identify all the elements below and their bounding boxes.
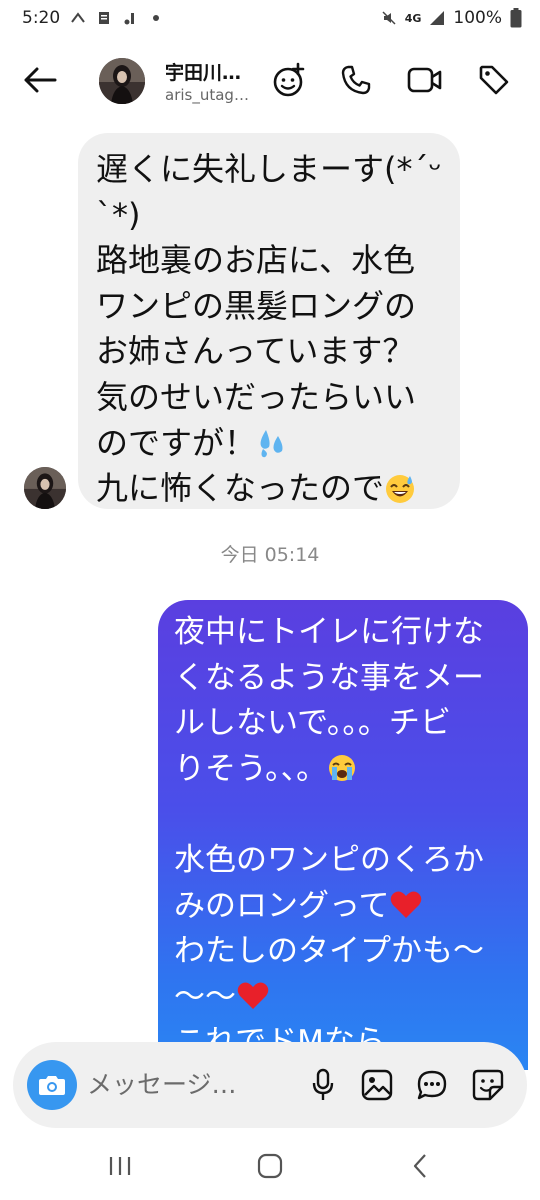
dot-icon xyxy=(153,15,160,21)
message-line: 遅くに失礼しまーす(*´ᵕ xyxy=(96,150,442,188)
gallery-button[interactable] xyxy=(357,1065,397,1105)
red-heart-emoji xyxy=(391,891,422,918)
outgoing-message[interactable]: 夜中にトイレに行けな くなるような事をメー ルしないで。。。チビ りそう。、。 … xyxy=(158,600,528,1070)
home-button[interactable] xyxy=(245,1144,295,1188)
notification-icon xyxy=(71,12,85,23)
document-icon xyxy=(99,12,110,24)
message-line: ルしないで。。。チビ xyxy=(174,705,451,742)
message-text: 〜〜 xyxy=(174,978,236,1015)
camera-icon xyxy=(39,1076,65,1095)
status-right: 4G 100% xyxy=(381,8,522,28)
avatar-image xyxy=(99,58,145,104)
message-text: のですが！ xyxy=(96,423,257,462)
message-line-with-emoji: 九に怖くなったので xyxy=(96,466,444,512)
quick-replies-button[interactable] xyxy=(412,1065,452,1105)
crying-face-emoji xyxy=(329,754,356,781)
signal-icon xyxy=(430,11,445,25)
contact-name[interactable]: 宇田川… xyxy=(165,58,241,85)
mute-icon xyxy=(382,11,396,25)
message-text: りそう。、。 xyxy=(174,750,328,787)
video-call-button[interactable] xyxy=(405,60,445,100)
message-timestamp: 今日 05:14 xyxy=(220,544,320,566)
status-time: 5:20 xyxy=(22,8,61,28)
voice-message-button[interactable] xyxy=(303,1065,343,1105)
message-line: 気のせいだったらいい xyxy=(96,377,417,416)
back-nav-button[interactable] xyxy=(395,1144,445,1188)
status-bar: 5:20 4G 100% xyxy=(0,0,540,38)
message-line: 水色のワンピのくろか xyxy=(174,841,484,878)
message-line: くなるような事をメー xyxy=(174,659,484,696)
contact-avatar[interactable] xyxy=(99,58,145,104)
camera-button[interactable] xyxy=(27,1060,77,1110)
message-line: わたしのタイプかも〜 xyxy=(174,933,484,970)
message-line: ワンピの黒髪ロングの xyxy=(96,286,417,325)
video-camera-icon xyxy=(407,67,442,93)
back-arrow-icon xyxy=(24,67,57,93)
chat-bubble-icon xyxy=(417,1070,447,1100)
recent-apps-button[interactable] xyxy=(95,1144,145,1188)
app-notification-icon xyxy=(124,13,135,25)
microphone-icon xyxy=(312,1068,334,1100)
home-icon xyxy=(257,1153,283,1179)
message-line: お姉さんっています？ xyxy=(96,332,415,371)
message-line-with-emoji: 〜〜 xyxy=(174,975,516,1021)
system-navigation-bar xyxy=(0,1130,540,1200)
effects-icon xyxy=(273,62,305,97)
recent-apps-icon xyxy=(109,1157,131,1175)
chevron-left-icon xyxy=(413,1154,426,1178)
message-line: 夜中にトイレに行けな xyxy=(174,614,484,650)
network-type: 4G xyxy=(404,11,422,25)
back-button[interactable] xyxy=(20,60,60,100)
message-line: `*) xyxy=(96,195,141,234)
incoming-message[interactable]: 遅くに失礼しまーす(*´ᵕ `*) 路地裏のお店に、水色 ワンピの黒髪ロングの … xyxy=(78,133,460,509)
sweat-droplets-emoji xyxy=(260,429,283,457)
red-heart-emoji xyxy=(237,982,269,1009)
sticker-button[interactable] xyxy=(468,1065,508,1105)
battery-icon xyxy=(510,8,522,28)
sender-avatar[interactable] xyxy=(24,467,66,509)
battery-percent: 100% xyxy=(453,8,502,28)
effects-button[interactable] xyxy=(270,60,310,100)
message-line: 路地裏のお店に、水色 xyxy=(96,241,416,280)
message-line-with-emoji: のですが！ xyxy=(96,421,444,467)
avatar-image xyxy=(24,467,66,509)
message-text: みのロングって xyxy=(174,887,390,924)
phone-icon xyxy=(341,65,371,95)
message-composer xyxy=(13,1042,527,1128)
message-line xyxy=(174,792,516,838)
voice-call-button[interactable] xyxy=(336,60,376,100)
sticker-icon xyxy=(472,1069,504,1101)
tag-button[interactable] xyxy=(474,60,514,100)
status-left: 5:20 xyxy=(22,8,164,28)
message-line-with-emoji: りそう。、。 xyxy=(174,747,516,793)
message-line-with-emoji: みのロングって xyxy=(174,884,516,930)
tag-icon xyxy=(479,65,509,95)
message-text: 九に怖くなったので xyxy=(96,469,385,508)
conversation-header: 宇田川… aris_utag… xyxy=(0,40,540,120)
image-icon xyxy=(361,1069,393,1101)
grinning-sweat-emoji xyxy=(386,475,415,504)
message-input[interactable] xyxy=(87,1064,297,1104)
contact-handle[interactable]: aris_utag… xyxy=(165,86,249,104)
